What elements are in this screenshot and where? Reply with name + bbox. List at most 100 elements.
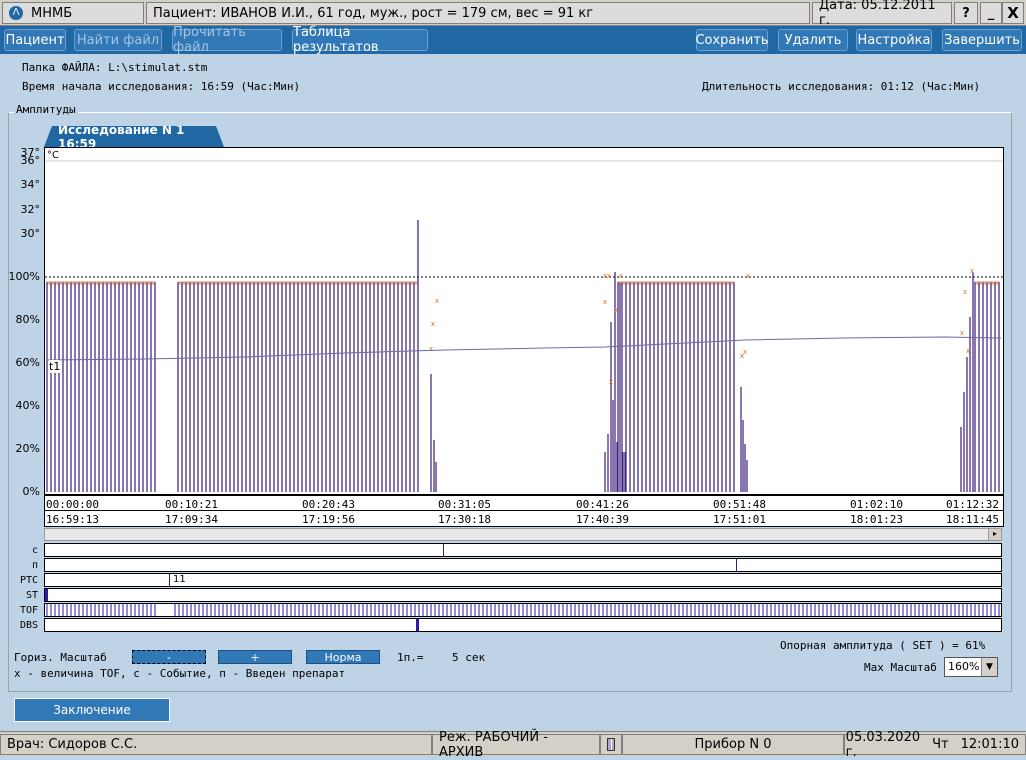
tof-ticks bbox=[46, 604, 1000, 616]
status-time: 12:01:10 bbox=[960, 737, 1019, 752]
ptc-value: 11 bbox=[173, 574, 186, 585]
tof-marker: x bbox=[435, 297, 439, 305]
patient-button[interactable]: Пациент bbox=[4, 29, 66, 51]
strip-label-ptc: PTC bbox=[19, 575, 38, 586]
event-marker bbox=[443, 544, 444, 556]
strip-label-drug: п bbox=[31, 560, 38, 571]
tof-marker: x bbox=[746, 272, 750, 280]
mode-display: Реж. РАБОЧИЙ - АРХИВ bbox=[432, 730, 600, 760]
ptc-strip: 11 bbox=[44, 573, 1002, 587]
tof-strip bbox=[44, 603, 1002, 617]
norm-button[interactable]: Норма bbox=[306, 650, 380, 664]
zoom-in-button[interactable]: + bbox=[218, 650, 292, 664]
y-pct-label: 0% bbox=[22, 485, 40, 498]
strip-label-dbs: DBS bbox=[19, 620, 38, 631]
tof-marker: x bbox=[603, 298, 607, 306]
patient-info: Пациент: ИВАНОВ И.И., 61 год, муж., рост… bbox=[146, 2, 810, 24]
status-bar: Врач: Сидоров С.С. Реж. РАБОЧИЙ - АРХИВ … bbox=[0, 730, 1026, 760]
strip-label-st: ST bbox=[25, 590, 38, 601]
y-pct-label: 100% bbox=[8, 270, 40, 283]
read-file-button[interactable]: Прочитать файл bbox=[172, 25, 282, 55]
status-date: 05.03.2020 г. bbox=[845, 729, 921, 760]
y-temp-label: 30° bbox=[20, 227, 41, 240]
duration: Длительность исследования: 01:12 (Час:Ми… bbox=[702, 80, 981, 93]
time-clock-label: 17:30:18 bbox=[438, 513, 491, 526]
title-bar: Λ МНМБ Пациент: ИВАНОВ И.И., 61 год, муж… bbox=[0, 0, 1026, 28]
strip-label-events: с bbox=[31, 545, 38, 556]
legend-text: x - величина TOF, с - Событие, п - Введе… bbox=[14, 667, 346, 680]
finish-button[interactable]: Завершить bbox=[942, 29, 1022, 51]
strip-label-tof: TOF bbox=[19, 605, 38, 616]
results-table-button[interactable]: Таблица результатов bbox=[292, 25, 428, 55]
tof-marker: x bbox=[743, 348, 747, 356]
start-time: Время начала исследования: 16:59 (Час:Ми… bbox=[22, 80, 301, 93]
reference-amplitude: Опорная амплитуда ( SET ) = 61% bbox=[780, 639, 986, 652]
max-scale-value: 160% bbox=[948, 660, 980, 673]
time-clock-label: 17:40:39 bbox=[576, 513, 629, 526]
time-clock-label: 18:11:45 bbox=[946, 513, 999, 526]
scroll-right-icon[interactable]: ▸ bbox=[988, 529, 1001, 540]
tof-marker: x bbox=[966, 347, 970, 355]
minimize-button[interactable]: _ bbox=[980, 2, 1002, 24]
time-divider bbox=[44, 510, 1004, 511]
per-px-label: 1п.= bbox=[397, 651, 424, 664]
tof-marker: x bbox=[963, 288, 967, 296]
hscale-label: Гориз. Масштаб bbox=[14, 651, 107, 664]
per-px-value: 5 сек bbox=[452, 651, 486, 664]
max-scale-select[interactable]: 160% ▼ bbox=[944, 657, 998, 677]
y-pct-label: 60% bbox=[15, 356, 40, 369]
time-clock-label: 16:59:13 bbox=[46, 513, 99, 526]
tof-marker: x bbox=[151, 279, 155, 287]
delete-button[interactable]: Удалить bbox=[778, 29, 848, 51]
datetime-display: 05.03.2020 г. Чт 12:01:10 bbox=[844, 730, 1026, 760]
tof-marker: x bbox=[431, 320, 435, 328]
conclusion-button[interactable]: Заключение bbox=[14, 698, 170, 722]
tof-marker: x bbox=[607, 272, 611, 280]
tof-marker: x bbox=[619, 272, 623, 280]
status-weekday: Чт bbox=[932, 737, 949, 752]
tof-marker: x bbox=[603, 272, 607, 280]
settings-button[interactable]: Настройка bbox=[856, 29, 932, 51]
chevron-down-icon[interactable]: ▼ bbox=[981, 658, 997, 676]
app-title-cell: Λ МНМБ bbox=[2, 2, 144, 24]
tof-marker: x bbox=[730, 279, 734, 287]
device-display: Прибор N 0 bbox=[622, 734, 844, 755]
drug-marker bbox=[736, 559, 737, 571]
doctor-name: Врач: Сидоров С.С. bbox=[0, 734, 432, 755]
find-file-button[interactable]: Найти файл bbox=[74, 29, 162, 51]
folder-path: Папка ФАЙЛА: L:\stimulat.stm bbox=[22, 61, 208, 74]
events-strip bbox=[44, 543, 1002, 557]
amplitudes-group-label: Амплитуды bbox=[14, 103, 78, 116]
ptc-marker bbox=[169, 574, 170, 586]
st-marker bbox=[45, 589, 48, 601]
y-temp-label: 34° bbox=[20, 178, 41, 191]
tof-marker: x bbox=[960, 329, 964, 337]
y-temp-label: 36° bbox=[20, 154, 41, 167]
close-button[interactable]: X bbox=[1002, 2, 1024, 24]
amplitude-plot[interactable]: xxxxxxxxxxxxxxxxxxxxxxxxxxxxxxxxxxxxxxxx… bbox=[44, 147, 1004, 495]
app-logo-icon: Λ bbox=[9, 6, 23, 20]
time-clock-label: 17:09:34 bbox=[165, 513, 218, 526]
y-pct-label: 40% bbox=[15, 399, 40, 412]
tof-marker: x bbox=[414, 279, 418, 287]
amplitude-chart: xxxxxxxxxxxxxxxxxxxxxxxxxxxxxxxxxxxxxxxx… bbox=[45, 160, 1003, 492]
st-strip bbox=[44, 588, 1002, 602]
help-button[interactable]: ? bbox=[954, 2, 978, 24]
zoom-out-button[interactable]: - bbox=[132, 650, 206, 664]
y-pct-label: 80% bbox=[15, 313, 40, 326]
time-clock-label: 17:19:56 bbox=[302, 513, 355, 526]
calculator-icon[interactable] bbox=[600, 734, 622, 755]
drug-strip bbox=[44, 558, 1002, 572]
dbs-strip bbox=[44, 618, 1002, 632]
tab-study-1[interactable]: Исследование N 1 16:59 bbox=[44, 126, 224, 147]
dbs-marker bbox=[416, 619, 419, 631]
tof-marker: x bbox=[970, 267, 974, 275]
marker-t1: t1 bbox=[49, 360, 61, 373]
horizontal-scrollbar[interactable]: ▸ bbox=[44, 528, 1002, 541]
time-clock-label: 17:51:01 bbox=[713, 513, 766, 526]
save-button[interactable]: Сохранить bbox=[695, 29, 769, 51]
date-display: Дата: 05.12.2011 г. bbox=[812, 0, 952, 28]
temperature-unit: °C bbox=[47, 150, 59, 161]
time-clock-label: 18:01:23 bbox=[850, 513, 903, 526]
tof-marker: x bbox=[609, 378, 613, 386]
